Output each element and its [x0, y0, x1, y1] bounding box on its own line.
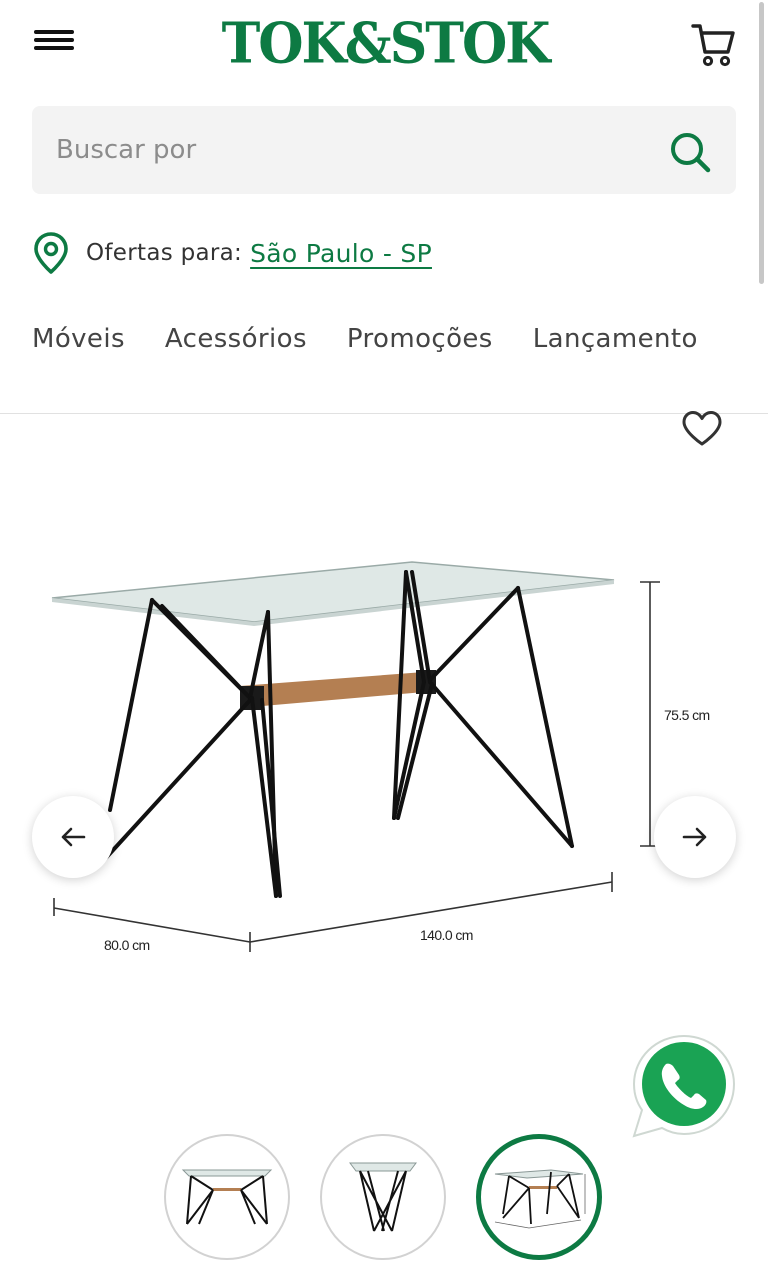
arrow-left-icon — [61, 827, 86, 847]
location-pin-icon — [34, 232, 68, 274]
thumbnail-image — [181, 1169, 273, 1225]
search-input[interactable] — [56, 106, 656, 194]
location-label: Ofertas para: — [86, 240, 243, 266]
heart-outline-icon[interactable] — [680, 410, 724, 448]
dimension-depth: 80.0 cm — [104, 937, 150, 953]
location-selector: Ofertas para: São Paulo - SP — [32, 230, 432, 276]
category-nav: Móveis Acessórios Promoções Lançamento — [32, 316, 768, 366]
previous-image-button[interactable] — [32, 796, 114, 878]
nav-item-moveis[interactable]: Móveis — [32, 316, 125, 366]
whatsapp-icon[interactable] — [628, 1030, 740, 1142]
page-scrollbar[interactable] — [759, 2, 764, 284]
arrow-right-icon — [682, 827, 707, 847]
thumbnail-image — [349, 1162, 417, 1232]
gallery-thumbnail-2[interactable] — [320, 1134, 446, 1260]
next-image-button[interactable] — [654, 796, 736, 878]
product-image: 75.5 cm 140.0 cm 80.0 cm — [51, 561, 710, 953]
dimension-height: 75.5 cm — [664, 707, 710, 723]
location-city-link[interactable]: São Paulo - SP — [250, 239, 432, 268]
search-bar — [32, 106, 736, 194]
nav-item-lancamento[interactable]: Lançamento — [533, 316, 698, 366]
hamburger-menu-icon[interactable] — [34, 26, 76, 60]
dimension-width: 140.0 cm — [420, 927, 473, 943]
thumbnail-image — [494, 1169, 586, 1229]
nav-item-promocoes[interactable]: Promoções — [347, 316, 493, 366]
brand-logo[interactable]: TOK&STOK — [220, 11, 551, 77]
gallery-thumbnail-3[interactable] — [476, 1134, 602, 1260]
shopping-cart-icon[interactable] — [690, 20, 736, 68]
nav-item-acessorios[interactable]: Acessórios — [165, 316, 307, 366]
nav-divider — [0, 413, 768, 414]
gallery-thumbnail-1[interactable] — [164, 1134, 290, 1260]
header: TOK&STOK — [0, 0, 768, 92]
search-icon[interactable] — [668, 130, 712, 174]
